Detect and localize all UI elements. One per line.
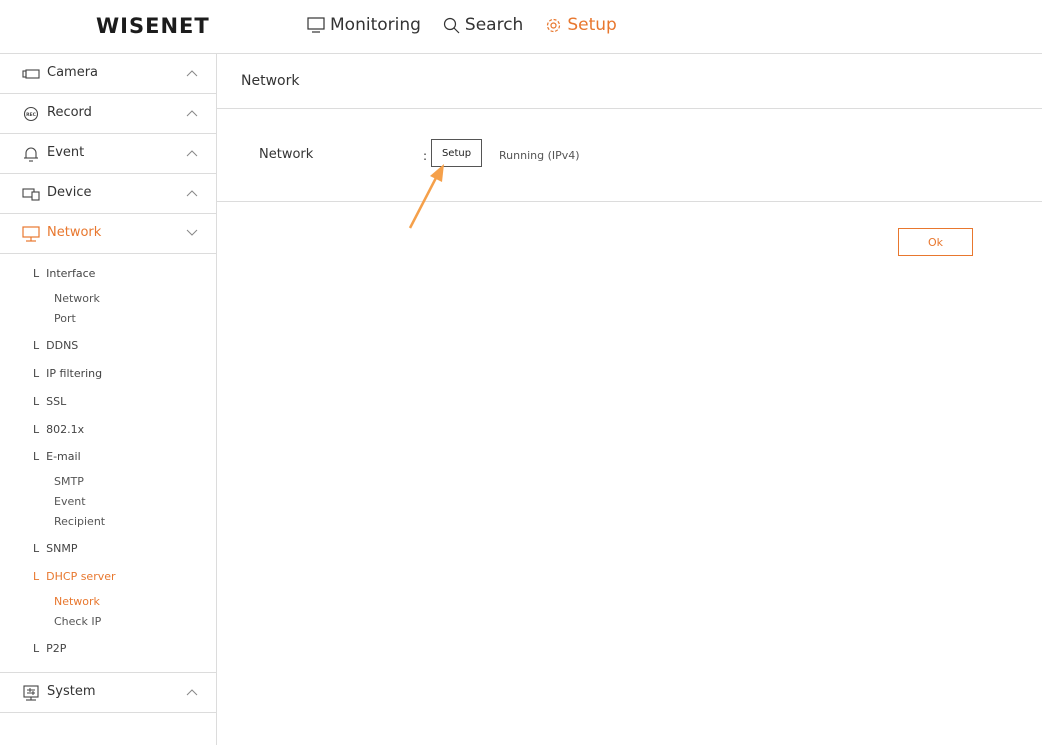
branch-glyph: L	[33, 339, 40, 352]
submenu-ssl-label: SSL	[46, 395, 67, 408]
submenu-ssl[interactable]: L SSL	[33, 395, 66, 408]
top-navigation: Monitoring Search Setup	[307, 15, 639, 35]
submenu-email[interactable]: L E-mail	[33, 450, 81, 463]
branch-glyph: L	[33, 542, 40, 555]
submenu-email-event[interactable]: Event	[54, 495, 86, 508]
nav-monitoring[interactable]: Monitoring	[307, 15, 421, 35]
nav-search-label: Search	[464, 15, 524, 35]
submenu-interface[interactable]: L Interface	[33, 267, 95, 280]
submenu-dhcp-check-ip[interactable]: Check IP	[54, 615, 101, 628]
branch-glyph: L	[33, 423, 40, 436]
section-divider	[217, 201, 1042, 202]
sidebar-section-device[interactable]: Device	[0, 174, 216, 214]
chevron-up-icon[interactable]	[186, 149, 198, 157]
network-icon	[22, 226, 40, 242]
submenu-email-label: E-mail	[46, 450, 81, 463]
submenu-ip-filtering[interactable]: L IP filtering	[33, 367, 102, 380]
branch-glyph: L	[33, 642, 40, 655]
chevron-up-icon[interactable]	[186, 69, 198, 77]
sidebar-section-network[interactable]: Network	[0, 214, 216, 254]
submenu-interface-label: Interface	[46, 267, 96, 280]
submenu-ip-filtering-label: IP filtering	[46, 367, 103, 380]
branch-glyph: L	[33, 267, 40, 280]
submenu-email-smtp[interactable]: SMTP	[54, 475, 84, 488]
sidebar-label-network: Network	[47, 225, 102, 240]
sidebar-section-event[interactable]: Event	[0, 134, 216, 174]
network-submenu: L Interface Network Port L DDNS L IP fil…	[0, 254, 216, 673]
sidebar-label-device: Device	[47, 185, 92, 200]
bell-icon	[24, 147, 38, 162]
nav-search[interactable]: Search	[443, 15, 523, 35]
gear-icon	[547, 18, 561, 32]
sidebar-label-system: System	[47, 684, 96, 699]
sidebar: Camera REC Record Event Device Network L…	[0, 54, 217, 745]
submenu-dhcp-server-label: DHCP server	[46, 570, 116, 583]
monitor-icon	[307, 17, 325, 33]
branch-glyph: L	[33, 367, 40, 380]
chevron-up-icon[interactable]	[186, 109, 198, 117]
status-text: Running (IPv4)	[499, 149, 580, 162]
submenu-dhcp-server[interactable]: L DHCP server	[33, 570, 116, 583]
annotation-arrow-icon	[408, 164, 444, 229]
submenu-dhcp-network[interactable]: Network	[54, 595, 100, 608]
submenu-snmp[interactable]: L SNMP	[33, 542, 77, 555]
branch-glyph: L	[33, 570, 40, 583]
nav-setup-label: Setup	[567, 15, 617, 35]
sidebar-section-record[interactable]: REC Record	[0, 94, 216, 134]
device-icon	[22, 188, 40, 201]
submenu-p2p-label: P2P	[46, 642, 67, 655]
sidebar-section-camera[interactable]: Camera	[0, 54, 216, 94]
submenu-interface-network[interactable]: Network	[54, 292, 100, 305]
submenu-ddns[interactable]: L DDNS	[33, 339, 78, 352]
sidebar-label-record: Record	[47, 105, 92, 120]
svg-text:REC: REC	[26, 112, 37, 118]
nav-monitoring-label: Monitoring	[330, 15, 421, 35]
title-divider	[217, 108, 1042, 109]
sidebar-label-event: Event	[47, 145, 85, 160]
network-row-label: Network	[259, 147, 314, 162]
camera-icon	[22, 69, 40, 79]
sidebar-section-system[interactable]: System	[0, 673, 216, 713]
submenu-p2p[interactable]: L P2P	[33, 642, 66, 655]
submenu-8021x-label: 802.1x	[46, 423, 85, 436]
wisenet-logo: WISENET	[96, 14, 210, 38]
submenu-ddns-label: DDNS	[46, 339, 79, 352]
branch-glyph: L	[33, 395, 40, 408]
sidebar-label-camera: Camera	[47, 65, 99, 80]
top-bar: WISENET Monitoring Search Setup	[0, 0, 1042, 54]
chevron-up-icon[interactable]	[186, 189, 198, 197]
submenu-email-recipient[interactable]: Recipient	[54, 515, 105, 528]
rec-icon: REC	[23, 106, 39, 122]
chevron-up-icon[interactable]	[186, 688, 198, 696]
submenu-snmp-label: SNMP	[46, 542, 78, 555]
submenu-interface-port[interactable]: Port	[54, 312, 76, 325]
system-icon	[23, 685, 39, 701]
submenu-8021x[interactable]: L 802.1x	[33, 423, 84, 436]
nav-setup[interactable]: Setup	[545, 15, 617, 35]
ok-button[interactable]: Ok	[898, 228, 973, 256]
branch-glyph: L	[33, 450, 40, 463]
chevron-down-icon[interactable]	[186, 229, 198, 237]
page-title: Network	[241, 73, 300, 89]
main-content: Network Network : Setup Running (IPv4) O…	[217, 54, 1042, 745]
search-icon	[443, 17, 460, 33]
